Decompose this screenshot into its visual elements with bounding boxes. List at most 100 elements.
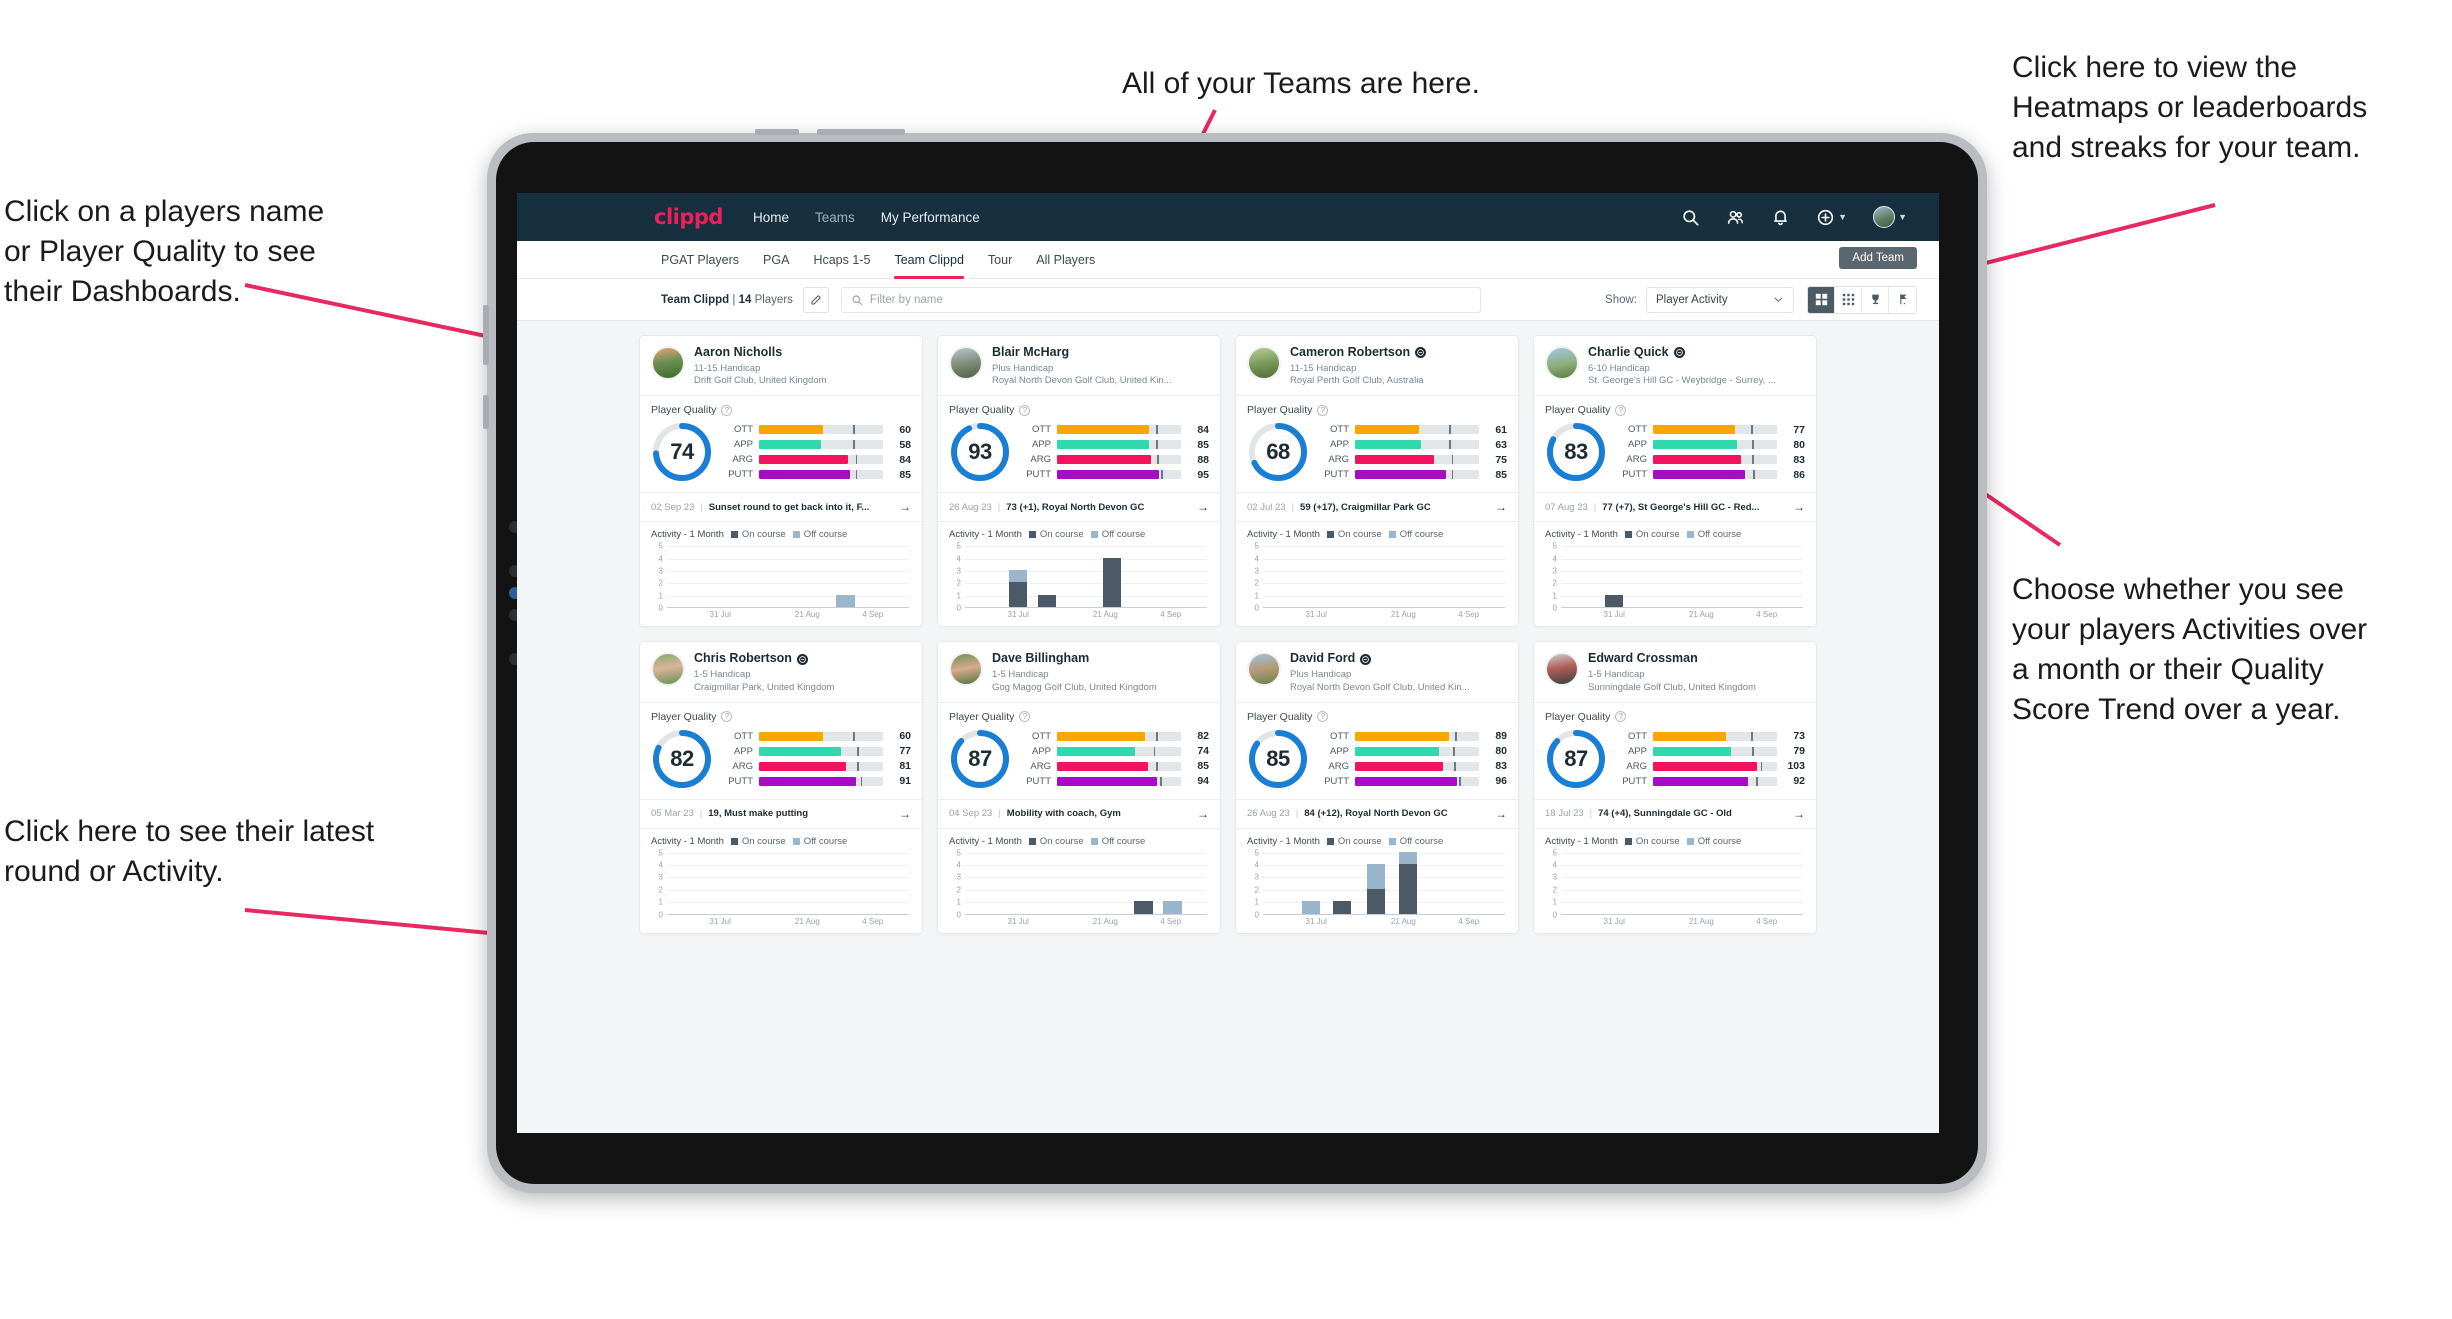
arrow-right-icon[interactable]: → bbox=[899, 807, 911, 821]
player-name[interactable]: Charlie Quick bbox=[1588, 345, 1776, 360]
tab-pgat-players[interactable]: PGAT Players bbox=[661, 241, 739, 279]
player-name[interactable]: David Ford bbox=[1290, 651, 1470, 666]
help-icon[interactable]: ? bbox=[1019, 404, 1031, 416]
player-avatar[interactable] bbox=[949, 652, 983, 687]
player-quality-section[interactable]: Player Quality? 83 OTT 77 APP 80 ARG 83 PUTT 86 bbox=[1534, 395, 1816, 492]
tab-all-players[interactable]: All Players bbox=[1036, 241, 1095, 279]
nav-item-my-performance[interactable]: My Performance bbox=[881, 210, 980, 225]
arrow-right-icon[interactable]: → bbox=[1495, 500, 1507, 514]
last-round-row[interactable]: 26 Aug 23 | 73 (+1), Royal North Devon GC → bbox=[938, 492, 1220, 521]
player-card[interactable]: Cameron Robertson 11-15 Handicap Royal Per… bbox=[1235, 335, 1519, 628]
tab-tour[interactable]: Tour bbox=[988, 241, 1012, 279]
show-select[interactable]: Player Activity bbox=[1646, 286, 1794, 313]
last-round-separator: | bbox=[1589, 808, 1593, 819]
player-card[interactable]: David Ford Plus Handicap Royal North Devon… bbox=[1235, 641, 1519, 934]
search-icon[interactable] bbox=[1681, 208, 1700, 227]
metric-bar-track bbox=[1653, 776, 1777, 786]
metric-bar-track bbox=[1057, 776, 1181, 786]
help-icon[interactable]: ? bbox=[1615, 404, 1627, 416]
arrow-right-icon[interactable]: → bbox=[1793, 500, 1805, 514]
people-icon[interactable] bbox=[1726, 208, 1745, 227]
view-grid-small-button[interactable] bbox=[1835, 286, 1862, 313]
player-quality-section[interactable]: Player Quality? 85 OTT 89 APP 80 ARG 83 PUTT 96 bbox=[1236, 701, 1518, 799]
help-icon[interactable]: ? bbox=[721, 711, 733, 722]
arrow-right-icon[interactable]: → bbox=[1197, 500, 1209, 514]
player-avatar[interactable] bbox=[1545, 652, 1579, 687]
player-card-header[interactable]: Blair McHarg Plus Handicap Royal North Dev… bbox=[938, 336, 1220, 395]
player-name[interactable]: Aaron Nicholls bbox=[694, 345, 827, 360]
avatar[interactable] bbox=[1873, 206, 1896, 228]
tab-pga[interactable]: PGA bbox=[763, 241, 789, 279]
player-card-header[interactable]: Cameron Robertson 11-15 Handicap Royal Per… bbox=[1236, 336, 1518, 395]
tab-team-clippd[interactable]: Team Clippd bbox=[894, 241, 965, 279]
account-menu[interactable]: ▼ bbox=[1873, 206, 1907, 228]
player-card-header[interactable]: Edward Crossman 1-5 Handicap Sunningdale G… bbox=[1534, 642, 1816, 701]
activity-bar-off-course bbox=[1163, 901, 1182, 914]
player-avatar[interactable] bbox=[651, 346, 685, 380]
player-avatar[interactable] bbox=[1545, 346, 1579, 380]
nav-item-teams[interactable]: Teams bbox=[815, 210, 855, 225]
arrow-right-icon[interactable]: → bbox=[899, 500, 911, 514]
player-avatar[interactable] bbox=[1247, 652, 1281, 687]
clippd-logo[interactable]: clippd bbox=[654, 205, 723, 229]
arrow-right-icon[interactable]: → bbox=[1495, 807, 1507, 821]
player-card-header[interactable]: Charlie Quick 6-10 Handicap St. George's H… bbox=[1534, 336, 1816, 395]
tab-hcaps-1-5[interactable]: Hcaps 1-5 bbox=[813, 241, 870, 279]
last-round-row[interactable]: 02 Jul 23 | 59 (+17), Craigmillar Park GC → bbox=[1236, 492, 1518, 521]
arrow-right-icon[interactable]: → bbox=[1197, 807, 1209, 821]
player-card[interactable]: Charlie Quick 6-10 Handicap St. George's H… bbox=[1533, 335, 1817, 628]
view-leaderboard-button[interactable] bbox=[1862, 286, 1889, 313]
player-avatar[interactable] bbox=[651, 652, 685, 687]
player-card[interactable]: Chris Robertson 1-5 Handicap Craigmillar P… bbox=[639, 641, 923, 934]
player-avatar[interactable] bbox=[949, 346, 983, 380]
player-card[interactable]: Aaron Nicholls 11-15 Handicap Drift Golf C… bbox=[639, 335, 923, 628]
plus-circle-menu[interactable]: ▼ bbox=[1816, 208, 1847, 227]
arrow-right-icon[interactable]: → bbox=[1793, 807, 1805, 821]
player-card-header[interactable]: David Ford Plus Handicap Royal North Devon… bbox=[1236, 642, 1518, 701]
player-card[interactable]: Edward Crossman 1-5 Handicap Sunningdale G… bbox=[1533, 641, 1817, 934]
plus-circle-icon[interactable] bbox=[1816, 208, 1835, 227]
player-quality-section[interactable]: Player Quality? 82 OTT 60 APP 77 ARG 81 PUTT 91 bbox=[640, 701, 922, 799]
help-icon[interactable]: ? bbox=[721, 404, 733, 416]
edit-team-button[interactable] bbox=[802, 286, 829, 313]
help-icon[interactable]: ? bbox=[1019, 711, 1031, 722]
legend-on-course-swatch bbox=[1028, 531, 1036, 539]
nav-item-home[interactable]: Home bbox=[753, 210, 789, 225]
help-icon[interactable]: ? bbox=[1317, 711, 1329, 722]
last-round-row[interactable]: 26 Aug 23 | 84 (+12), Royal North Devon GC… bbox=[1236, 798, 1518, 828]
view-course-button[interactable] bbox=[1889, 286, 1916, 313]
player-name[interactable]: Dave Billingham bbox=[992, 651, 1157, 666]
player-quality-section[interactable]: Player Quality? 87 OTT 73 APP 79 ARG 103 PUTT 92 bbox=[1534, 701, 1816, 799]
player-name[interactable]: Cameron Robertson bbox=[1290, 345, 1427, 360]
bell-icon[interactable] bbox=[1771, 208, 1790, 227]
search-input[interactable] bbox=[869, 293, 1471, 306]
last-round-row[interactable]: 05 Mar 23 | 19, Must make putting → bbox=[640, 798, 922, 828]
help-icon[interactable]: ? bbox=[1615, 711, 1627, 722]
annotation-players: Click on a players name or Player Qualit… bbox=[4, 195, 325, 308]
player-quality-section[interactable]: Player Quality? 74 OTT 60 APP 58 ARG 84 PUTT 85 bbox=[640, 395, 922, 492]
player-card-header[interactable]: Chris Robertson 1-5 Handicap Craigmillar P… bbox=[640, 642, 922, 701]
view-grid-large-button[interactable] bbox=[1808, 286, 1835, 313]
player-name[interactable]: Chris Robertson bbox=[694, 651, 834, 666]
search-field-wrapper[interactable] bbox=[840, 286, 1481, 313]
player-name[interactable]: Edward Crossman bbox=[1588, 651, 1756, 666]
metric-bar-benchmark-tick bbox=[1153, 746, 1156, 756]
last-round-row[interactable]: 04 Sep 23 | Mobility with coach, Gym → bbox=[938, 798, 1220, 828]
player-card-header[interactable]: Dave Billingham 1-5 Handicap Gog Magog Gol… bbox=[938, 642, 1220, 701]
last-round-row[interactable]: 18 Jul 23 | 74 (+4), Sunningdale GC - Old → bbox=[1534, 798, 1816, 828]
player-quality-section[interactable]: Player Quality? 93 OTT 84 APP 85 ARG 88 PUTT 95 bbox=[938, 395, 1220, 492]
player-info: Charlie Quick 6-10 Handicap St. George's H… bbox=[1588, 345, 1776, 386]
last-round-row[interactable]: 07 Aug 23 | 77 (+7), St George's Hill GC -… bbox=[1534, 492, 1816, 521]
help-icon[interactable]: ? bbox=[1317, 404, 1329, 416]
player-quality-section[interactable]: Player Quality? 87 OTT 82 APP 74 ARG 85 PUTT 94 bbox=[938, 701, 1220, 799]
player-card-header[interactable]: Aaron Nicholls 11-15 Handicap Drift Golf C… bbox=[640, 336, 922, 395]
legend-on-course: On course bbox=[1326, 836, 1382, 847]
player-quality-section[interactable]: Player Quality? 68 OTT 61 APP 63 ARG 75 PUTT 85 bbox=[1236, 395, 1518, 492]
activity-section: Activity - 1 Month On course Off course 5 4 3… bbox=[938, 827, 1220, 933]
player-card[interactable]: Dave Billingham 1-5 Handicap Gog Magog Gol… bbox=[937, 641, 1221, 934]
player-card[interactable]: Blair McHarg Plus Handicap Royal North Dev… bbox=[937, 335, 1221, 628]
player-avatar[interactable] bbox=[1247, 346, 1281, 380]
add-team-button[interactable]: Add Team bbox=[1839, 247, 1917, 269]
player-name[interactable]: Blair McHarg bbox=[992, 345, 1172, 360]
last-round-row[interactable]: 02 Sep 23 | Sunset round to get back into … bbox=[640, 492, 922, 521]
